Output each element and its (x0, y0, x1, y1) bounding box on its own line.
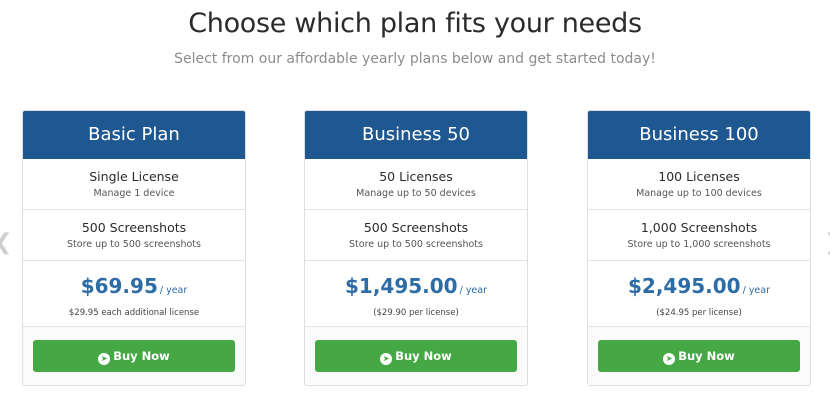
feature-desc: Store up to 500 screenshots (67, 239, 201, 250)
price-block: $69.95/ year $29.95 each additional lice… (23, 261, 245, 327)
price-amount: $1,495.00 (344, 274, 458, 298)
chevron-right-icon[interactable]: ❯ (824, 232, 830, 254)
plan-name: Business 100 (588, 111, 810, 159)
buy-now-button[interactable]: ➤ Buy Now (598, 340, 800, 372)
feature-title: 1,000 Screenshots (640, 220, 758, 235)
feature-licenses: 100 Licenses Manage up to 100 devices (588, 159, 810, 210)
plan-name: Basic Plan (23, 111, 245, 159)
price-note: ($29.90 per license) (373, 308, 459, 318)
page-title: Choose which plan fits your needs (188, 8, 642, 39)
feature-desc: Manage up to 50 devices (356, 188, 476, 199)
feature-licenses: 50 Licenses Manage up to 50 devices (305, 159, 527, 210)
arrow-circle-right-icon: ➤ (380, 353, 393, 365)
price-amount: $2,495.00 (627, 274, 741, 298)
buy-now-button[interactable]: ➤ Buy Now (315, 340, 517, 372)
feature-desc: Manage up to 100 devices (636, 188, 762, 199)
feature-title: Single License (89, 169, 179, 184)
price-block: $1,495.00/ year ($29.90 per license) (305, 261, 527, 327)
feature-title: 50 Licenses (379, 169, 453, 184)
price-note: ($24.95 per license) (656, 308, 742, 318)
price-amount: $69.95 (80, 274, 158, 298)
price-period: / year (742, 285, 771, 296)
buy-button-label: Buy Now (678, 349, 735, 363)
page-subtitle: Select from our affordable yearly plans … (174, 51, 656, 67)
plan-card-basic: Basic Plan Single License Manage 1 devic… (22, 110, 246, 386)
plan-name: Business 50 (305, 111, 527, 159)
feature-desc: Manage 1 device (93, 188, 175, 199)
price-period: / year (459, 285, 488, 296)
arrow-circle-right-icon: ➤ (663, 353, 676, 365)
price-note: $29.95 each additional license (68, 308, 200, 318)
price-period: / year (159, 285, 188, 296)
plan-card-business-50: Business 50 50 Licenses Manage up to 50 … (304, 110, 528, 386)
plan-card-business-100: Business 100 100 Licenses Manage up to 1… (587, 110, 811, 386)
buy-now-button[interactable]: ➤ Buy Now (33, 340, 235, 372)
feature-screenshots: 500 Screenshots Store up to 500 screensh… (305, 210, 527, 261)
chevron-left-icon[interactable]: ❮ (0, 232, 12, 254)
feature-screenshots: 500 Screenshots Store up to 500 screensh… (23, 210, 245, 261)
buy-button-label: Buy Now (113, 349, 170, 363)
arrow-circle-right-icon: ➤ (98, 353, 111, 365)
buy-button-label: Buy Now (395, 349, 452, 363)
feature-desc: Store up to 1,000 screenshots (627, 239, 771, 250)
feature-title: 500 Screenshots (81, 220, 187, 235)
feature-desc: Store up to 500 screenshots (349, 239, 483, 250)
feature-title: 100 Licenses (658, 169, 740, 184)
price-block: $2,495.00/ year ($24.95 per license) (588, 261, 810, 327)
feature-screenshots: 1,000 Screenshots Store up to 1,000 scre… (588, 210, 810, 261)
feature-title: 500 Screenshots (363, 220, 469, 235)
feature-licenses: Single License Manage 1 device (23, 159, 245, 210)
